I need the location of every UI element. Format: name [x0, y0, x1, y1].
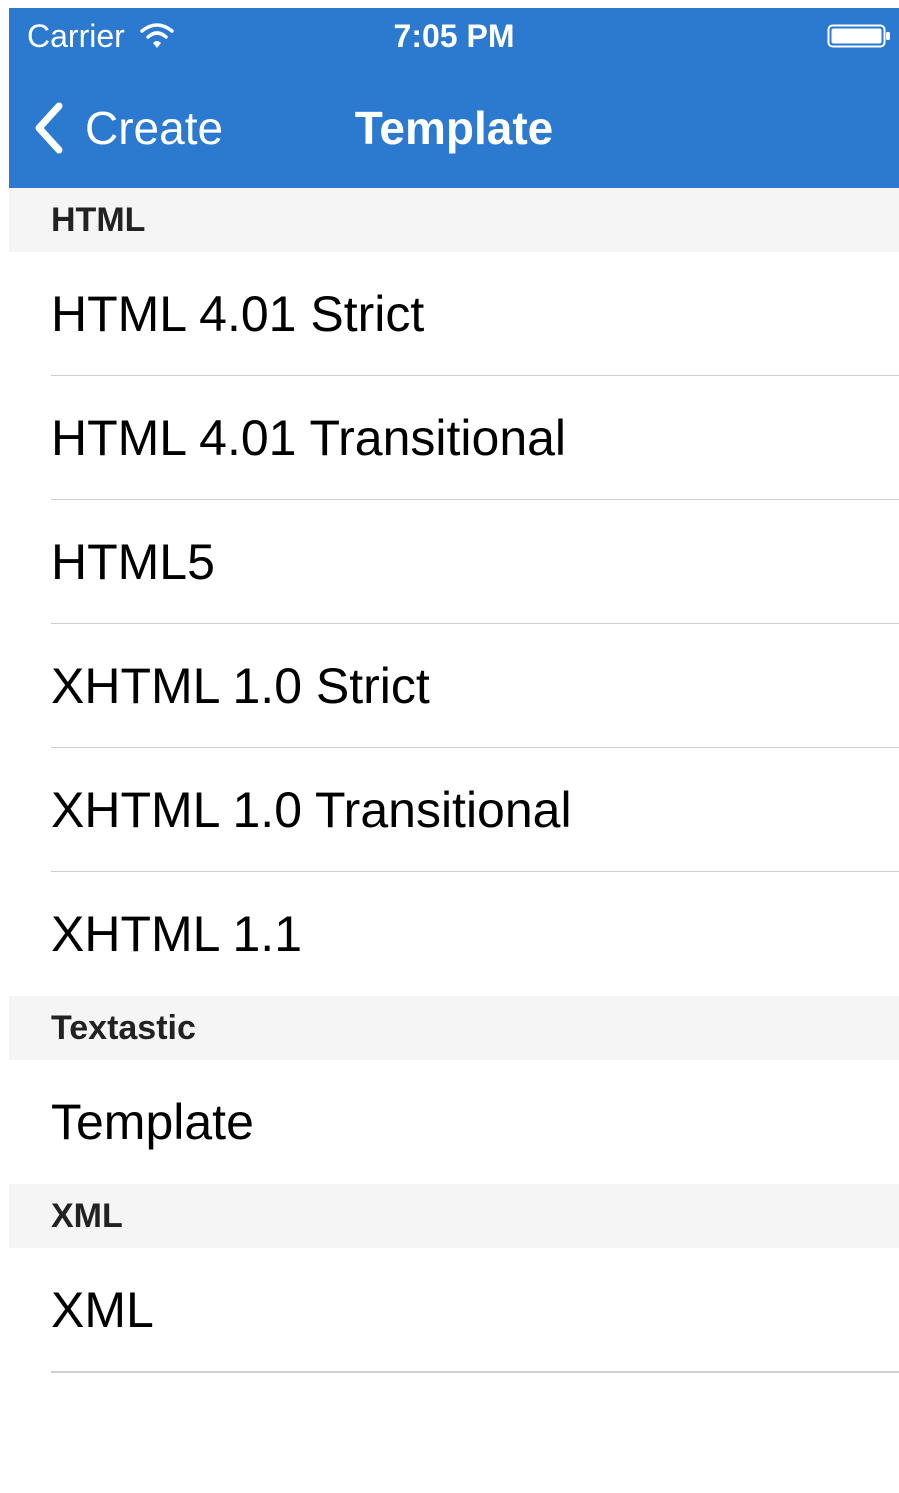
template-picker-screen: Carrier 7:05 PM Create Template HTML HTM…	[0, 0, 899, 1493]
navigation-bar: Carrier 7:05 PM Create Template	[9, 8, 899, 188]
status-time: 7:05 PM	[393, 18, 515, 54]
section-header-textastic: Textastic	[9, 996, 899, 1060]
list-item-xhtml-11[interactable]: XHTML 1.1	[9, 872, 899, 996]
section-header-xml: XML	[9, 1184, 899, 1248]
list-item-xhtml-10-strict[interactable]: XHTML 1.0 Strict	[9, 624, 899, 748]
row-separator	[51, 1371, 899, 1373]
page-title: Template	[354, 102, 554, 154]
list-item-html-401-strict[interactable]: HTML 4.01 Strict	[9, 252, 899, 376]
list-item-template[interactable]: Template	[9, 1060, 899, 1184]
list-item-xml[interactable]: XML	[9, 1248, 899, 1372]
list-item-html-401-transitional[interactable]: HTML 4.01 Transitional	[9, 376, 899, 500]
list-item-html5[interactable]: HTML5	[9, 500, 899, 624]
section-header-html: HTML	[9, 188, 899, 252]
list-item-xhtml-10-transitional[interactable]: XHTML 1.0 Transitional	[9, 748, 899, 872]
battery-icon	[827, 24, 890, 48]
